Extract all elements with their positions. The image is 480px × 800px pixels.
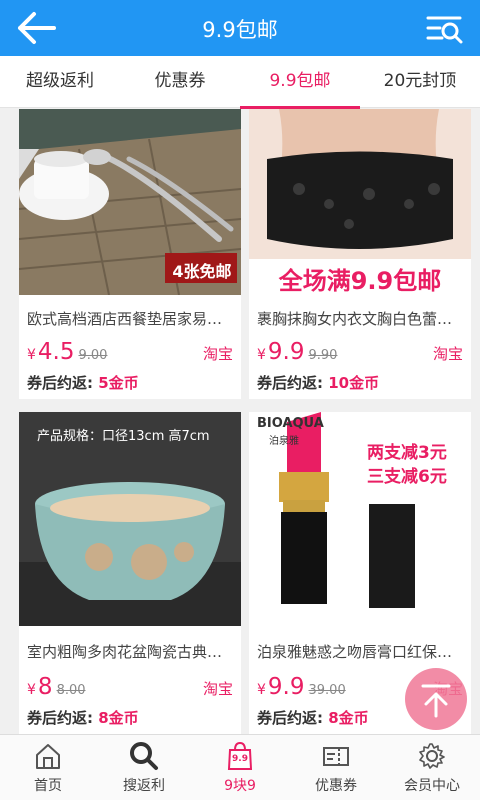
product-name: 泊泉雅魅惑之吻唇膏口红保湿滋润: [257, 643, 463, 661]
product-image: 4张免邮: [19, 109, 241, 295]
rebate-info: 券后约返: 10金币: [257, 372, 379, 393]
nav-9-9-badge: 9.9: [232, 754, 248, 764]
currency-symbol: ¥: [27, 682, 36, 698]
rebate-amount: 8金币: [328, 709, 369, 727]
product-card[interactable]: 产品规格：口径13cm 高7cm 室内粗陶多肉花盆陶瓷古典花盆 ¥8 8.00 淘…: [19, 412, 241, 734]
rebate-label: 券后约返:: [27, 374, 93, 392]
currency-symbol: ¥: [257, 682, 266, 698]
page-title: 9.9包邮: [202, 18, 278, 42]
original-price: 9.00: [78, 348, 108, 363]
product-price: 9.9: [267, 674, 305, 700]
home-icon: [36, 744, 60, 769]
store-label: 淘宝: [432, 345, 463, 363]
original-price: 8.00: [56, 683, 86, 698]
bottom-navigation: 首页 搜返利 9.9 9块9 优惠券 会员中心: [0, 734, 480, 800]
nav-home-label: 首页: [34, 778, 62, 794]
search-list-icon[interactable]: [424, 12, 464, 44]
nav-coupons-label: 优惠券: [315, 778, 357, 794]
coupon-icon: [323, 747, 349, 766]
store-label: 淘宝: [202, 680, 233, 698]
nav-coupons[interactable]: 优惠券: [288, 735, 384, 800]
product-price: 9.9: [267, 339, 305, 365]
product-card[interactable]: 全场满9.9包邮 裹胸抹胸女内衣文胸白色蕾丝打底 ¥9.9 9.90 淘宝 券后约…: [249, 109, 471, 399]
product-image: 产品规格：口径13cm 高7cm: [19, 412, 241, 626]
tab-coupons[interactable]: 优惠券: [120, 56, 240, 108]
app-bar: 9.9包邮: [0, 0, 480, 56]
product-price: 8: [37, 674, 53, 700]
nav-member-label: 会员中心: [404, 778, 460, 794]
nav-home[interactable]: 首页: [0, 735, 96, 800]
promo-line-1: 两支减3元: [367, 443, 447, 463]
currency-symbol: ¥: [257, 347, 266, 363]
product-image: 全场满9.9包邮: [249, 109, 471, 295]
gear-icon: [419, 743, 445, 769]
original-price: 9.90: [308, 348, 338, 363]
rebate-info: 券后约返: 5金币: [27, 372, 139, 393]
brand-logo: BIOAQUA: [257, 416, 324, 431]
product-spec: 产品规格：口径13cm 高7cm: [37, 429, 210, 444]
tab-20-yuan-cap[interactable]: 20元封顶: [360, 56, 480, 108]
product-name: 室内粗陶多肉花盆陶瓷古典花盆: [27, 643, 233, 661]
store-label: 淘宝: [202, 345, 233, 363]
brand-logo-cn: 泊泉雅: [269, 436, 299, 447]
nav-member-center[interactable]: 会员中心: [384, 735, 480, 800]
free-shipping-badge: 4张免邮: [172, 262, 232, 281]
product-name: 欧式高档酒店西餐垫居家易洁防烫隔热餐垫: [27, 310, 233, 328]
price-row: ¥9.9 9.90 淘宝: [257, 339, 463, 367]
price-row: ¥4.5 9.00 淘宝: [27, 339, 233, 367]
nav-search-label: 搜返利: [123, 778, 165, 794]
rebate-amount: 10金币: [328, 374, 380, 392]
search-icon: [130, 742, 158, 770]
price-row: ¥8 8.00 淘宝: [27, 674, 233, 702]
product-price: 4.5: [37, 339, 75, 365]
tab-9-9-free-shipping[interactable]: 9.9包邮: [240, 56, 360, 108]
nav-search-rebate[interactable]: 搜返利: [96, 735, 192, 800]
category-tabs: 超级返利 优惠券 9.9包邮 20元封顶: [0, 56, 480, 108]
nav-9-9-label: 9块9: [224, 778, 256, 794]
rebate-label: 券后约返:: [257, 709, 323, 727]
nav-9-9[interactable]: 9.9 9块9: [192, 735, 288, 800]
rebate-info: 券后约返: 8金币: [27, 707, 139, 728]
tab-super-rebate[interactable]: 超级返利: [0, 56, 120, 108]
rebate-label: 券后约返:: [257, 374, 323, 392]
back-to-top-button[interactable]: [405, 668, 467, 730]
arrow-up-icon: [421, 684, 451, 718]
product-grid: 4张免邮 欧式高档酒店西餐垫居家易洁防烫隔热餐垫 ¥4.59.00 淘宝 券后约…: [0, 109, 480, 734]
rebate-info: 券后约返: 8金币: [257, 707, 369, 728]
rebate-label: 券后约返:: [27, 709, 93, 727]
currency-symbol: ¥: [27, 347, 36, 363]
rebate-amount: 8金币: [98, 709, 139, 727]
promo-banner: 全场满9.9包邮: [278, 267, 442, 295]
product-card[interactable]: 4张免邮 欧式高档酒店西餐垫居家易洁防烫隔热餐垫 ¥4.59.00 淘宝 券后约…: [19, 109, 241, 399]
product-name: 裹胸抹胸女内衣文胸白色蕾丝打底: [257, 310, 463, 328]
rebate-amount: 5金币: [98, 374, 139, 392]
product-image: BIOAQUA 泊泉雅 两支减3元 三支减6元: [249, 412, 471, 626]
promo-line-2: 三支减6元: [367, 467, 447, 487]
original-price: 39.00: [308, 683, 346, 698]
